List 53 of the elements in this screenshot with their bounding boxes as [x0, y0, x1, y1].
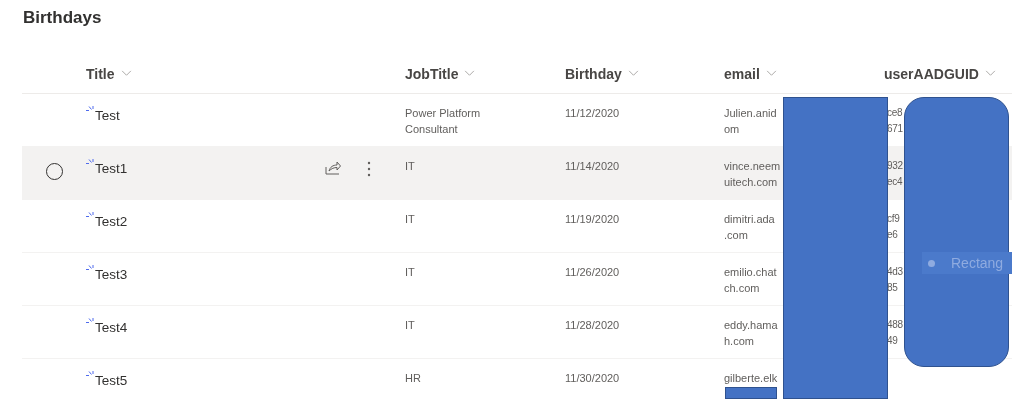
column-header[interactable]: userAADGUID: [884, 65, 1004, 82]
item-title[interactable]: Test4: [95, 320, 128, 335]
table-cell-text: dimitri.ada: [724, 212, 775, 227]
table-cell-text: Julien.anid: [724, 106, 777, 121]
more-options-icon[interactable]: [367, 161, 371, 177]
table-cell-text: ch.com: [724, 281, 760, 296]
item-title[interactable]: Test1: [95, 161, 128, 176]
table-cell-text: IT: [405, 265, 415, 280]
table-cell-text: ce8: [887, 106, 903, 120]
table-cell-text: 11/30/2020: [565, 371, 620, 386]
table-cell-text: emilio.chat: [724, 265, 777, 280]
table-cell-text: 932: [887, 159, 903, 173]
share-icon[interactable]: [325, 161, 341, 175]
list-title: Birthdays: [23, 8, 102, 28]
table-cell-text: Power Platform: [405, 106, 481, 121]
column-header[interactable]: JobTitle: [405, 65, 565, 82]
table-cell-text: 488: [887, 318, 903, 332]
table-cell-text: 671: [887, 122, 903, 136]
item-title[interactable]: Test: [95, 108, 120, 123]
table-cell-text: 11/26/2020: [565, 265, 620, 280]
table-cell-text: IT: [405, 212, 415, 227]
shape-label: Rectang: [922, 252, 1012, 274]
chevron-down-icon[interactable]: [765, 70, 777, 77]
item-title[interactable]: Test3: [95, 267, 128, 282]
table-cell-text: gilberte.elk: [724, 371, 778, 386]
table-cell-text: 49: [887, 334, 898, 348]
table-cell-text: h.com: [724, 334, 754, 349]
table-cell-text: 85: [887, 281, 898, 295]
item-title[interactable]: Test5: [95, 373, 128, 388]
table-cell-text: 11/28/2020: [565, 318, 620, 333]
chevron-down-icon[interactable]: [627, 70, 639, 77]
table-cell-text: uitech.com: [724, 175, 778, 190]
table-cell-text: 11/19/2020: [565, 212, 620, 227]
table-cell-text: .com: [724, 228, 748, 243]
table-cell-text: eddy.hama: [724, 318, 778, 333]
chevron-down-icon[interactable]: [464, 70, 476, 77]
table-cell-text: IT: [405, 159, 415, 174]
table-cell-text: IT: [405, 318, 415, 333]
table-cell-text: 11/14/2020: [565, 159, 620, 174]
table-cell-text: om: [724, 122, 740, 137]
chevron-down-icon[interactable]: [984, 70, 996, 77]
table-cell-text: Consultant: [405, 122, 458, 137]
item-title[interactable]: Test2: [95, 214, 128, 229]
table-cell-text: HR: [405, 371, 421, 386]
chevron-down-icon[interactable]: [120, 70, 132, 77]
table-cell-text: 4d3: [887, 265, 903, 279]
column-header[interactable]: email: [724, 65, 884, 82]
table-cell-text: 11/12/2020: [565, 106, 620, 121]
table-cell-text: vince.neem: [724, 159, 781, 174]
column-header[interactable]: Title: [86, 65, 405, 82]
table-cell-text: ec4: [887, 175, 903, 189]
rectangle: [725, 387, 777, 399]
column-header[interactable]: Birthday: [565, 65, 724, 82]
